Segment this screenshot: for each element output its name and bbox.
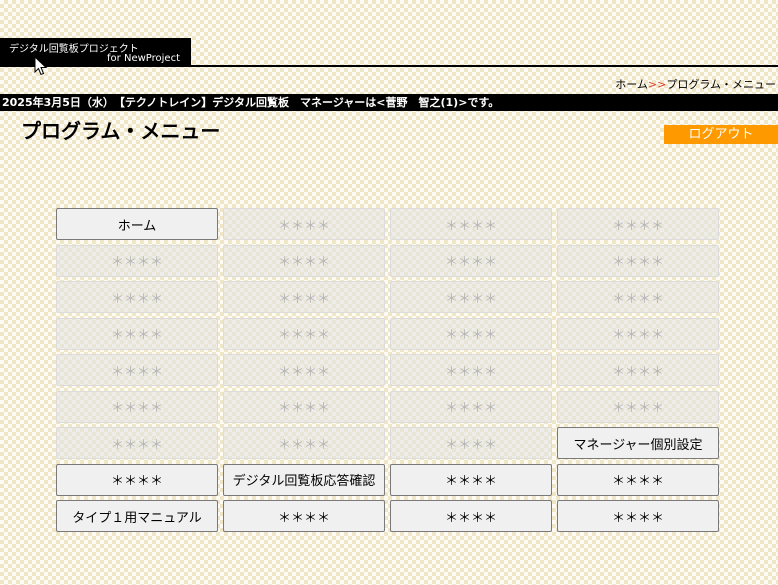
menu-button: ＊＊＊＊ — [223, 390, 385, 423]
page-title: プログラム・メニュー — [21, 119, 221, 143]
breadcrumb-separator: >> — [647, 78, 667, 91]
menu-button: ＊＊＊＊ — [223, 317, 385, 350]
menu-button: ＊＊＊＊ — [56, 317, 218, 350]
menu-button[interactable]: ＊＊＊＊ — [223, 500, 385, 532]
menu-button: ＊＊＊＊ — [223, 354, 385, 386]
menu-button: ＊＊＊＊ — [390, 244, 552, 277]
menu-button: ＊＊＊＊ — [56, 244, 218, 277]
menu-button: ＊＊＊＊ — [390, 390, 552, 423]
menu-button: ＊＊＊＊ — [390, 208, 552, 240]
menu-grid: ホーム ＊＊＊＊ ＊＊＊＊ ＊＊＊＊ ＊＊＊＊ ＊＊＊＊ ＊＊＊＊ ＊＊＊＊ ＊＊＊＊ ＊＊＊＊＊… — [56, 208, 719, 532]
header-divider — [0, 65, 778, 67]
menu-button: ＊＊＊＊ — [223, 244, 385, 277]
menu-button: ＊＊＊＊ — [390, 317, 552, 350]
menu-button: ＊＊＊＊ — [56, 390, 218, 423]
menu-button[interactable]: ＊＊＊＊ — [390, 500, 552, 532]
menu-button: ＊＊＊＊ — [557, 281, 719, 313]
menu-button[interactable]: タイプ１用マニュアル — [56, 500, 218, 532]
breadcrumb-current: プログラム・メニュー — [666, 78, 776, 91]
menu-button[interactable]: マネージャー個別設定 — [557, 427, 719, 459]
menu-button: ＊＊＊＊ — [557, 390, 719, 423]
menu-button: ＊＊＊＊ — [390, 281, 552, 313]
menu-button: ＊＊＊＊ — [557, 354, 719, 386]
menu-button[interactable]: ＊＊＊＊ — [56, 463, 218, 496]
mouse-pointer-icon — [34, 56, 48, 76]
menu-button: ＊＊＊＊ — [56, 281, 218, 313]
logout-button[interactable]: ログアウト — [664, 125, 778, 144]
menu-button: ＊＊＊＊ — [56, 354, 218, 386]
breadcrumb-home-link[interactable]: ホーム — [615, 78, 648, 91]
menu-button[interactable]: ＊＊＊＊ — [557, 463, 719, 496]
breadcrumb: ホーム>>プログラム・メニュー — [615, 76, 776, 92]
menu-button: ＊＊＊＊ — [56, 427, 218, 459]
menu-button[interactable]: ＊＊＊＊ — [390, 463, 552, 496]
menu-button: ＊＊＊＊ — [223, 427, 385, 459]
menu-button: ＊＊＊＊ — [223, 208, 385, 240]
menu-button[interactable]: ホーム — [56, 208, 218, 240]
app-logo: デジタル回覧板プロジェクト for NewProject — [0, 38, 191, 65]
menu-button: ＊＊＊＊ — [557, 208, 719, 240]
info-bar: 2025年3月5日（水） 【テクノトレイン】デジタル回覧板 マネージャーは<菅野… — [0, 94, 778, 111]
menu-button: ＊＊＊＊ — [557, 317, 719, 350]
menu-button[interactable]: ＊＊＊＊ — [557, 500, 719, 532]
menu-button: ＊＊＊＊ — [390, 427, 552, 459]
menu-button: ＊＊＊＊ — [223, 281, 385, 313]
logo-subtitle: for NewProject — [107, 53, 180, 64]
menu-button: ＊＊＊＊ — [390, 354, 552, 386]
menu-button[interactable]: デジタル回覧板応答確認 — [223, 463, 385, 496]
menu-button: ＊＊＊＊ — [557, 244, 719, 277]
